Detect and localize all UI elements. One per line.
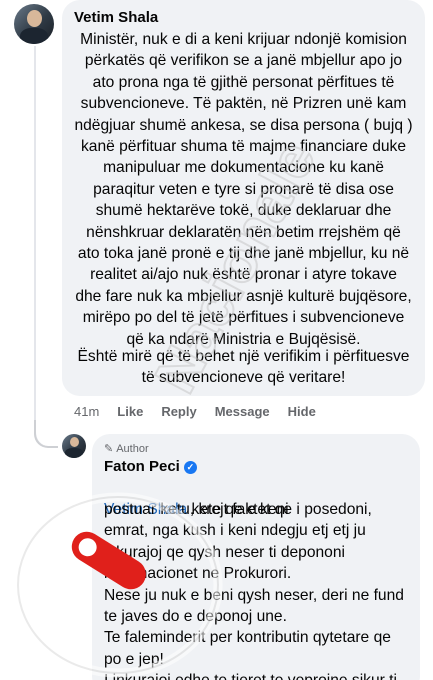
- comment-author[interactable]: Faton Peci: [104, 458, 180, 475]
- comment-body: postuar ketu, krejt faktet qe i posedoni…: [104, 501, 404, 680]
- comment-author[interactable]: Vetim Shala: [74, 9, 158, 26]
- comment-body: Ministër, nuk e di a keni krijuar ndonjë…: [74, 31, 413, 348]
- comment-body-closing: Është mirë që të behet një verifikim i p…: [77, 348, 410, 387]
- verified-badge-icon: ✓: [183, 460, 197, 474]
- pen-icon: ✎: [104, 443, 114, 455]
- comment-author-row: Faton Peci ✓: [104, 458, 197, 475]
- author-badge-label: Author: [116, 442, 149, 455]
- hide-button[interactable]: Hide: [288, 404, 316, 419]
- author-badge: ✎ Author: [104, 442, 149, 456]
- reply-button[interactable]: Reply: [161, 404, 196, 419]
- comment-timestamp[interactable]: 41m: [74, 404, 99, 419]
- comment-bubble-vetim-shala: Vetim Shala Ministër, nuk e di a keni kr…: [62, 0, 425, 396]
- avatar-faton-peci[interactable]: [62, 434, 86, 458]
- comment-actions: 41m Like Reply Message Hide: [74, 404, 334, 419]
- like-button[interactable]: Like: [117, 404, 143, 419]
- reply-thread-elbow: [34, 420, 58, 448]
- message-button[interactable]: Message: [215, 404, 270, 419]
- facebook-comments-screenshot: Vetim Shala Ministër, nuk e di a keni kr…: [0, 0, 433, 680]
- reply-thread-line: [34, 46, 58, 446]
- avatar-vetim-shala[interactable]: [14, 4, 54, 44]
- comment-bubble-faton-peci: ✎ Author Faton Peci ✓ Vetim Shala kete qe…: [92, 434, 420, 680]
